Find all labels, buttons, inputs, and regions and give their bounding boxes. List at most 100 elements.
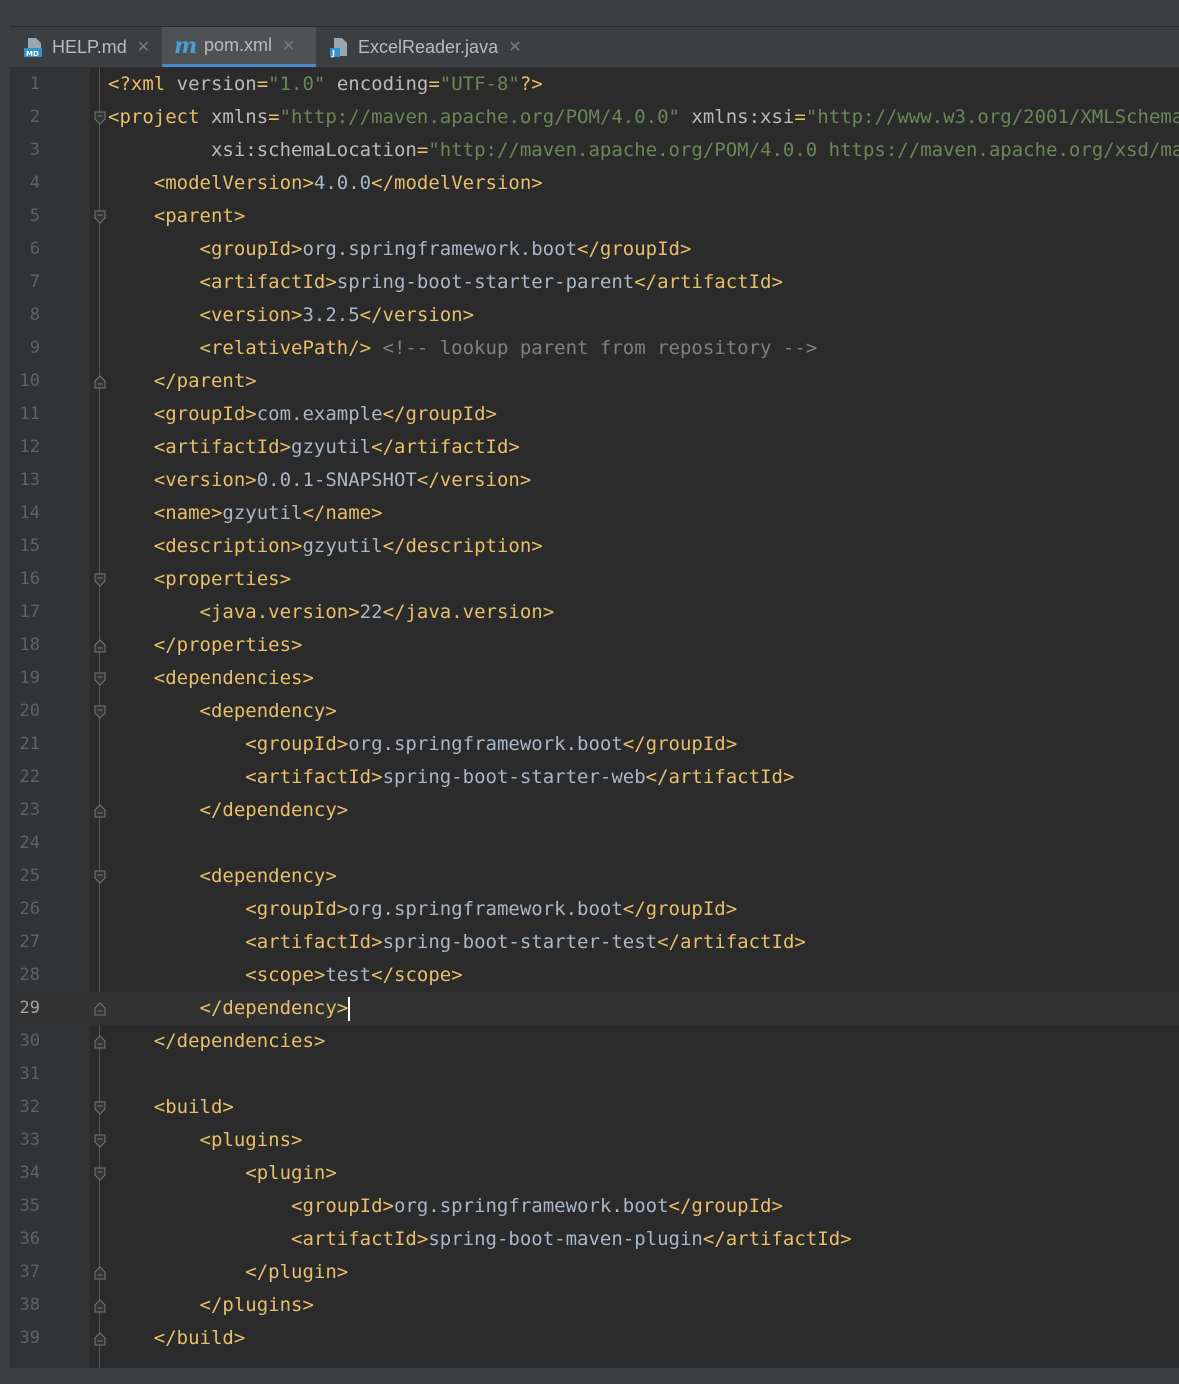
code-line[interactable]: 30 </dependencies>	[10, 1025, 1179, 1058]
line-number: 33	[19, 1130, 40, 1150]
code-text: <description>gzyutil</description>	[153, 535, 543, 557]
code-line[interactable]: 13 <version>0.0.1-SNAPSHOT</version>	[10, 464, 1179, 497]
code-line[interactable]: 33 <plugins>	[10, 1124, 1179, 1157]
line-number: 2	[29, 107, 40, 127]
line-number: 14	[19, 503, 40, 523]
fold-open-icon[interactable]	[94, 573, 106, 587]
fold-close-icon[interactable]	[94, 804, 106, 818]
line-number: 22	[19, 767, 40, 787]
fold-open-icon[interactable]	[94, 111, 106, 125]
close-icon[interactable]: ✕	[282, 36, 295, 56]
line-number: 21	[19, 734, 40, 754]
code-text: </plugin>	[245, 1261, 349, 1283]
tab-excelreader-java[interactable]: J ExcelReader.java ✕	[316, 27, 538, 67]
code-line[interactable]: 15 <description>gzyutil</description>	[10, 530, 1179, 563]
fold-open-icon[interactable]	[94, 210, 106, 224]
code-line[interactable]: 5 <parent>	[10, 200, 1179, 233]
code-line[interactable]: 25 <dependency>	[10, 860, 1179, 893]
left-tool-strip	[0, 26, 10, 1384]
code-line[interactable]: 2 <project xmlns="http://maven.apache.org…	[10, 101, 1179, 134]
close-icon[interactable]: ✕	[508, 37, 521, 57]
code-text: <plugin>	[245, 1162, 337, 1184]
fold-open-icon[interactable]	[94, 672, 106, 686]
code-line[interactable]: 34 <plugin>	[10, 1157, 1179, 1190]
fold-open-icon[interactable]	[94, 1101, 106, 1115]
code-line[interactable]: 37 </plugin>	[10, 1256, 1179, 1289]
maven-file-icon: m	[174, 32, 198, 59]
fold-open-icon[interactable]	[94, 1167, 106, 1181]
code-line[interactable]: 20 <dependency>	[10, 695, 1179, 728]
code-line[interactable]: 4 <modelVersion>4.0.0</modelVersion>	[10, 167, 1179, 200]
close-icon[interactable]: ✕	[137, 37, 150, 57]
code-line[interactable]: 24	[10, 827, 1179, 860]
code-line[interactable]: 18 </properties>	[10, 629, 1179, 662]
line-number: 13	[19, 470, 40, 490]
code-line[interactable]: 39 </build>	[10, 1322, 1179, 1355]
code-line[interactable]: 10 </parent>	[10, 365, 1179, 398]
fold-close-icon[interactable]	[94, 1035, 106, 1049]
code-line[interactable]: 38 </plugins>	[10, 1289, 1179, 1322]
code-line[interactable]: 22 <artifactId>spring-boot-starter-web</…	[10, 761, 1179, 794]
fold-close-icon[interactable]	[94, 639, 106, 653]
code-line[interactable]: 26 <groupId>org.springframework.boot</gr…	[10, 893, 1179, 926]
code-text: <scope>test</scope>	[245, 964, 463, 986]
code-text: <properties>	[153, 568, 292, 590]
code-line[interactable]: 9 <relativePath/> <!-- lookup parent fro…	[10, 332, 1179, 365]
code-line[interactable]: 11 <groupId>com.example</groupId>	[10, 398, 1179, 431]
tab-help-md[interactable]: MD HELP.md ✕	[10, 27, 162, 67]
code-line[interactable]: 27 <artifactId>spring-boot-starter-test<…	[10, 926, 1179, 959]
line-number: 17	[19, 602, 40, 622]
code-line[interactable]: 12 <artifactId>gzyutil</artifactId>	[10, 431, 1179, 464]
code-text: <dependency>	[199, 700, 337, 722]
code-line[interactable]: 14 <name>gzyutil</name>	[10, 497, 1179, 530]
line-number: 32	[19, 1097, 40, 1117]
fold-close-icon[interactable]	[94, 1299, 106, 1313]
code-text: <groupId>org.springframework.boot</group…	[245, 898, 738, 920]
fold-open-icon[interactable]	[94, 705, 106, 719]
code-line[interactable]: 23 </dependency>	[10, 794, 1179, 827]
fold-open-icon[interactable]	[94, 1134, 106, 1148]
tab-pom-xml[interactable]: m pom.xml ✕	[162, 27, 316, 67]
line-number: 20	[19, 701, 40, 721]
code-editor[interactable]: 1 <?xml version="1.0" encoding="UTF-8"?> 2…	[10, 68, 1179, 1368]
code-line[interactable]: 7 <artifactId>spring-boot-starter-parent…	[10, 266, 1179, 299]
code-text: <parent>	[153, 205, 246, 227]
fold-close-icon[interactable]	[94, 1332, 106, 1346]
code-line[interactable]: 36 <artifactId>spring-boot-maven-plugin<…	[10, 1223, 1179, 1256]
status-bar	[0, 1368, 1179, 1384]
tab-label: ExcelReader.java	[358, 36, 499, 57]
line-number: 34	[19, 1163, 40, 1183]
line-number: 4	[29, 173, 40, 193]
tab-label: pom.xml	[204, 35, 273, 55]
code-text: </plugins>	[199, 1294, 314, 1316]
line-number: 27	[19, 932, 40, 952]
code-line[interactable]: 1 <?xml version="1.0" encoding="UTF-8"?>	[10, 68, 1179, 101]
fold-open-icon[interactable]	[94, 870, 106, 884]
fold-close-icon[interactable]	[94, 375, 106, 389]
fold-close-icon[interactable]	[94, 1002, 106, 1016]
line-number: 37	[19, 1262, 40, 1282]
code-text: <groupId>org.springframework.boot</group…	[199, 238, 692, 260]
code-line[interactable]: 19 <dependencies>	[10, 662, 1179, 695]
code-line[interactable]: 21 <groupId>org.springframework.boot</gr…	[10, 728, 1179, 761]
code-text: <artifactId>spring-boot-maven-plugin</ar…	[291, 1228, 852, 1250]
code-line[interactable]: 6 <groupId>org.springframework.boot</gro…	[10, 233, 1179, 266]
code-line[interactable]: 32 <build>	[10, 1091, 1179, 1124]
line-number: 25	[19, 866, 40, 886]
code-text: <relativePath/> <!-- lookup parent from …	[199, 337, 818, 359]
code-line[interactable]: 8 <version>3.2.5</version>	[10, 299, 1179, 332]
svg-text:J: J	[331, 49, 335, 58]
code-text: <artifactId>spring-boot-starter-test</ar…	[245, 931, 806, 953]
code-line[interactable]: 28 <scope>test</scope>	[10, 959, 1179, 992]
code-line[interactable]: 35 <groupId>org.springframework.boot</gr…	[10, 1190, 1179, 1223]
fold-close-icon[interactable]	[94, 1266, 106, 1280]
code-line[interactable]: 29 </dependency>	[10, 992, 1179, 1025]
title-bar	[0, 0, 1179, 26]
code-text: </dependency>	[199, 996, 351, 1021]
code-line[interactable]: 31	[10, 1058, 1179, 1091]
code-line[interactable]: 17 <java.version>22</java.version>	[10, 596, 1179, 629]
line-number: 28	[19, 965, 40, 985]
code-line[interactable]: 3 xsi:schemaLocation="http://maven.apach…	[10, 134, 1179, 167]
code-text: <plugins>	[199, 1129, 303, 1151]
code-line[interactable]: 16 <properties>	[10, 563, 1179, 596]
